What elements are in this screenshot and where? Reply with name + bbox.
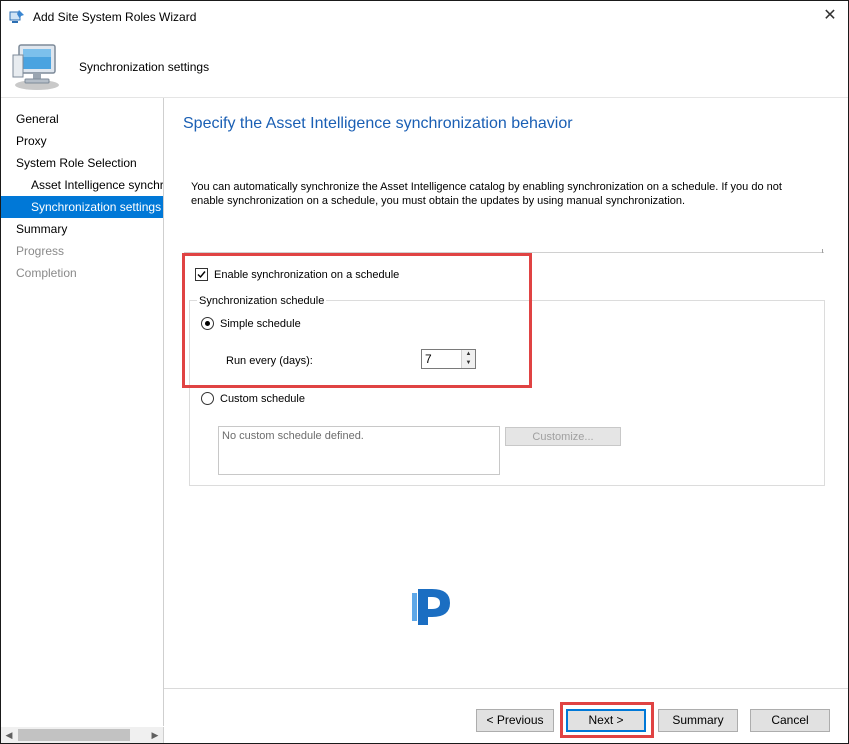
sidebar-horizontal-scrollbar[interactable]: ◀ ▶: [1, 727, 164, 743]
step-proxy[interactable]: Proxy: [1, 130, 163, 152]
scrollbar-thumb[interactable]: [18, 729, 130, 741]
custom-schedule-label: Custom schedule: [220, 393, 305, 405]
wizard-window: Add Site System Roles Wizard ✕ Synchroni…: [0, 0, 849, 744]
header-title: Synchronization settings: [79, 60, 210, 74]
custom-schedule-text: No custom schedule defined.: [222, 430, 364, 442]
close-button[interactable]: ✕: [812, 1, 848, 33]
step-system-role-selection[interactable]: System Role Selection: [1, 152, 163, 174]
wizard-header: Synchronization settings: [1, 33, 848, 98]
step-completion: Completion: [16, 266, 77, 280]
custom-schedule-display: No custom schedule defined.: [218, 426, 500, 475]
wizard-app-icon: [9, 9, 25, 25]
previous-button[interactable]: < Previous: [476, 709, 554, 732]
logo-watermark-icon: [412, 585, 456, 627]
window-title: Add Site System Roles Wizard: [33, 10, 197, 24]
step-general[interactable]: General: [1, 108, 163, 130]
customize-button: Customize...: [505, 427, 621, 446]
divider-end-mark: [822, 249, 823, 253]
step-synchronization-settings[interactable]: Synchronization settings: [1, 196, 163, 218]
custom-schedule-radio[interactable]: [201, 391, 214, 405]
highlight-annotation-box: [182, 253, 532, 388]
page-title: Specify the Asset Intelligence synchroni…: [183, 115, 573, 132]
step-asset-intelligence-sync-point[interactable]: Asset Intelligence synchronization point: [1, 174, 163, 196]
wizard-page-content: Specify the Asset Intelligence synchroni…: [164, 98, 848, 688]
step-summary[interactable]: Summary: [1, 218, 163, 240]
cancel-button[interactable]: Cancel: [750, 709, 830, 732]
computer-monitor-icon: [11, 41, 63, 91]
title-bar: Add Site System Roles Wizard ✕: [1, 1, 848, 33]
wizard-footer: < Previous Next > Summary Cancel: [164, 688, 848, 743]
scroll-left-arrow-icon[interactable]: ◀: [1, 727, 17, 743]
next-highlight-annotation-box: [560, 702, 654, 738]
scroll-right-arrow-icon[interactable]: ▶: [147, 727, 163, 743]
page-description: You can automatically synchronize the As…: [191, 181, 782, 207]
custom-schedule-radio-row[interactable]: Custom schedule: [201, 391, 305, 408]
step-progress: Progress: [16, 244, 65, 258]
summary-button[interactable]: Summary: [658, 709, 738, 732]
wizard-step-list: General Proxy System Role Selection Asse…: [1, 98, 164, 726]
